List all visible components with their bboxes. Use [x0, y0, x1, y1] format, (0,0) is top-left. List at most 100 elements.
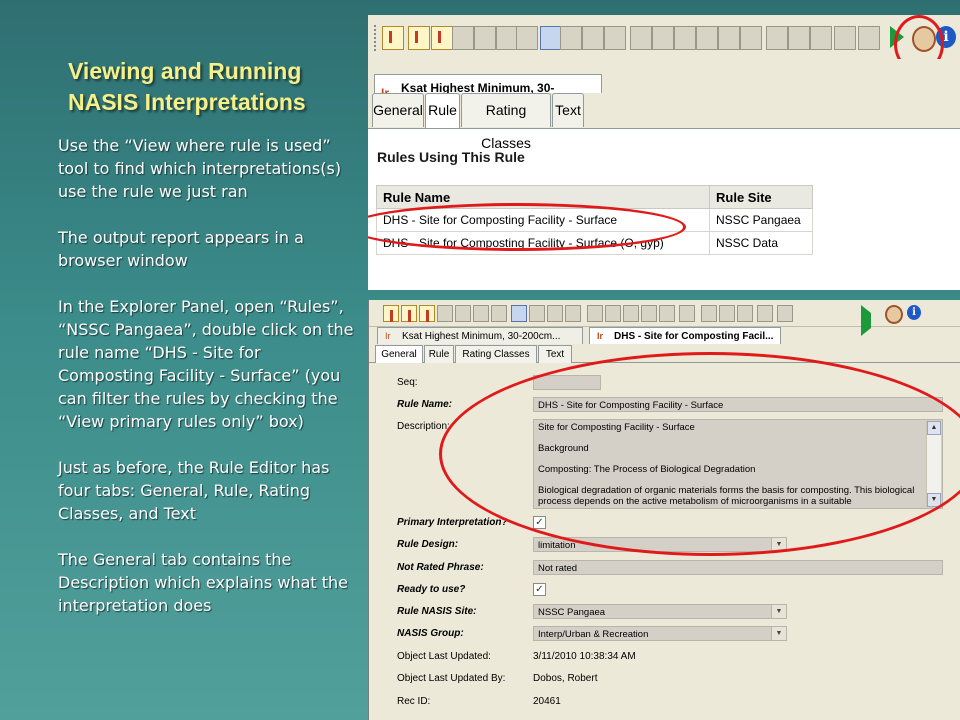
rule-design-label: Rule Design:	[397, 539, 459, 550]
rule-site-select[interactable]: NSSC Pangaea ▼	[533, 604, 787, 619]
tab-rule[interactable]: Rule	[424, 345, 454, 363]
tab-general[interactable]: General	[375, 345, 423, 363]
description-label: Description:	[397, 421, 450, 432]
slide-title: Viewing and Running NASIS Interpretation…	[68, 56, 358, 118]
calc-icon[interactable]	[777, 305, 793, 322]
new-document-icon[interactable]	[383, 305, 399, 322]
redo-icon[interactable]	[718, 26, 740, 50]
network-icon[interactable]	[547, 305, 563, 322]
network-icon[interactable]	[582, 26, 604, 50]
description-line: Background	[538, 443, 589, 454]
table-row[interactable]: DHS - Site for Composting Facility - Sur…	[376, 231, 813, 255]
rule-design-select[interactable]: limitation ▼	[533, 537, 787, 552]
open-document-icon[interactable]	[401, 305, 417, 322]
slide-paragraph: The General tab contains the Description…	[58, 550, 348, 615]
new-document-icon[interactable]	[382, 26, 404, 50]
tab-text[interactable]: Text	[538, 345, 572, 363]
tools-icon[interactable]	[474, 26, 496, 50]
cell-rule-site: NSSC Data	[709, 231, 813, 255]
section-title: Rules Using This Rule	[377, 149, 525, 165]
table-row[interactable]: DHS - Site for Composting Facility - Sur…	[376, 208, 813, 232]
not-rated-field[interactable]: Not rated	[533, 560, 943, 575]
properties-icon[interactable]	[511, 305, 527, 322]
scroll-up-icon[interactable]: ▲	[927, 421, 941, 435]
tab-text[interactable]: Text	[552, 93, 584, 127]
nasis-group-select[interactable]: Interp/Urban & Recreation ▼	[533, 626, 787, 641]
screenshot-rule-editor: i Ir Ksat Highest Minimum, 30-200cm... I…	[368, 300, 960, 720]
brush-icon[interactable]	[810, 26, 832, 50]
brush-icon[interactable]	[737, 305, 753, 322]
editor-tabs: General Rule Rating Classes Text	[368, 93, 960, 151]
paste-icon[interactable]	[674, 26, 696, 50]
description-field[interactable]: Site for Composting Facility - Surface B…	[533, 419, 943, 509]
query-icon[interactable]	[437, 305, 453, 322]
query-icon[interactable]	[452, 26, 474, 50]
table-header-row: Rule Name Rule Site	[376, 185, 813, 209]
document-icon[interactable]	[419, 305, 435, 322]
view-where-used-icon[interactable]	[885, 305, 903, 324]
editor-tabs: General Rule Rating Classes Text	[369, 344, 960, 363]
document-tab-ksat[interactable]: Ir Ksat Highest Minimum, 30-200cm...	[377, 327, 583, 344]
add-row-icon[interactable]	[701, 305, 717, 322]
scroll-down-icon[interactable]: ▼	[927, 493, 941, 507]
cut-icon[interactable]	[652, 26, 674, 50]
chevron-down-icon[interactable]: ▼	[771, 538, 786, 551]
ready-to-use-checkbox[interactable]: ✓	[533, 583, 546, 596]
document-tab-label: DHS - Site for Composting Facil...	[614, 331, 774, 342]
slide-paragraph: In the Explorer Panel, open “Rules”, “NS…	[58, 297, 354, 431]
primary-interpretation-checkbox[interactable]: ✓	[533, 516, 546, 529]
edit-icon[interactable]	[496, 26, 518, 50]
find-icon[interactable]	[740, 26, 762, 50]
toolbar-grip[interactable]	[374, 25, 379, 51]
tab-rating-classes[interactable]: Rating Classes	[455, 345, 537, 363]
rec-id-label: Rec ID:	[397, 696, 431, 707]
redo-icon[interactable]	[659, 305, 675, 322]
sync-icon[interactable]	[529, 305, 545, 322]
find-icon[interactable]	[679, 305, 695, 322]
tab-rating-classes[interactable]: Rating Classes	[461, 93, 551, 151]
sync-icon[interactable]	[560, 26, 582, 50]
copy-icon[interactable]	[587, 305, 603, 322]
tab-rule[interactable]: Rule	[425, 93, 460, 128]
document-tab-label: Ksat Highest Minimum, 30-200cm...	[402, 331, 561, 342]
paste-icon[interactable]	[623, 305, 639, 322]
save-icon[interactable]	[491, 305, 507, 322]
tree-icon[interactable]	[604, 26, 626, 50]
tab-general[interactable]: General	[372, 93, 424, 127]
cell-rule-name[interactable]: DHS - Site for Composting Facility - Sur…	[376, 208, 710, 232]
tools-icon[interactable]	[455, 305, 471, 322]
rule-name-label: Rule Name:	[397, 399, 453, 410]
cell-rule-name[interactable]: DHS - Site for Composting Facility - Sur…	[376, 231, 710, 255]
tree-icon[interactable]	[565, 305, 581, 322]
description-scrollbar[interactable]: ▲ ▼	[926, 421, 941, 507]
rule-name-field[interactable]: DHS - Site for Composting Facility - Sur…	[533, 397, 943, 412]
chevron-down-icon[interactable]: ▼	[771, 627, 786, 640]
add-child-icon[interactable]	[719, 305, 735, 322]
toolbar: i	[368, 15, 960, 60]
screenshot-rules-using-rule: i Ir Ksat Highest Minimum, 30-200cm... G…	[368, 15, 960, 290]
open-document-icon[interactable]	[408, 26, 430, 50]
rule-design-value: limitation	[538, 540, 576, 551]
report-icon[interactable]	[834, 26, 856, 50]
slide-paragraph: Just as before, the Rule Editor has four…	[58, 458, 330, 523]
copy-icon[interactable]	[630, 26, 652, 50]
report-icon[interactable]	[757, 305, 773, 322]
calc-icon[interactable]	[858, 26, 880, 50]
add-child-icon[interactable]	[788, 26, 810, 50]
edit-icon[interactable]	[473, 305, 489, 322]
properties-icon[interactable]	[540, 26, 562, 50]
info-icon[interactable]: i	[907, 305, 921, 320]
undo-icon[interactable]	[641, 305, 657, 322]
add-row-icon[interactable]	[766, 26, 788, 50]
not-rated-label: Not Rated Phrase:	[397, 562, 484, 573]
save-icon[interactable]	[516, 26, 538, 50]
undo-icon[interactable]	[696, 26, 718, 50]
document-tab-dhs[interactable]: Ir DHS - Site for Composting Facil...	[589, 327, 781, 344]
last-updated-value: 3/11/2010 10:38:34 AM	[533, 651, 636, 662]
column-rule-site[interactable]: Rule Site	[709, 185, 813, 209]
document-icon[interactable]	[431, 26, 453, 50]
column-rule-name[interactable]: Rule Name	[376, 185, 710, 209]
cut-icon[interactable]	[605, 305, 621, 322]
seq-field[interactable]	[533, 375, 601, 390]
chevron-down-icon[interactable]: ▼	[771, 605, 786, 618]
